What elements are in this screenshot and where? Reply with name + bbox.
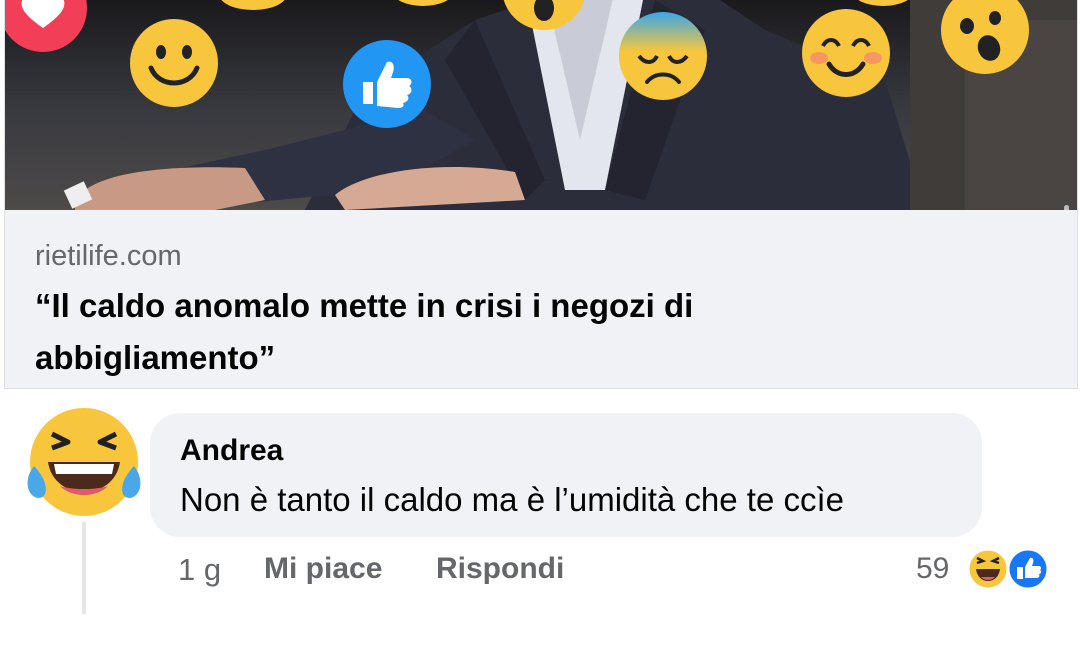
blush-emoji-icon — [802, 9, 890, 97]
comment-author[interactable]: Andrea — [180, 434, 283, 468]
thumbs-up-reaction-icon — [343, 40, 431, 128]
reply-button[interactable]: Rispondi — [436, 552, 564, 586]
link-preview-card[interactable]: rietilife.com “Il caldo anomalo mette in… — [4, 0, 1078, 389]
comment-bubble[interactable]: Andrea Non è tanto il caldo ma è l’umidi… — [150, 413, 982, 537]
surprised-emoji-icon — [941, 0, 1029, 74]
link-preview-meta[interactable]: rietilife.com “Il caldo anomalo mette in… — [5, 210, 1077, 388]
comment-text: Non è tanto il caldo ma è l’umidità che … — [180, 481, 845, 518]
haha-icon[interactable] — [966, 547, 1010, 591]
link-preview-image[interactable] — [5, 0, 1077, 210]
wow-emoji-icon — [503, 0, 585, 30]
like-icon[interactable] — [1006, 547, 1050, 591]
link-domain: rietilife.com — [35, 240, 182, 272]
heart-reaction-icon — [5, 0, 87, 52]
smile-emoji-icon — [130, 19, 218, 107]
comment-timestamp[interactable]: 1 g — [178, 552, 221, 588]
laughing-tears-icon — [27, 408, 141, 516]
link-title[interactable]: “Il caldo anomalo mette in crisi i negoz… — [35, 280, 935, 384]
avatar[interactable] — [24, 404, 142, 520]
like-button[interactable]: Mi piace — [264, 552, 382, 586]
sad-emoji-icon — [619, 12, 707, 100]
thread-line — [82, 522, 86, 614]
reaction-count[interactable]: 59 — [916, 552, 949, 586]
